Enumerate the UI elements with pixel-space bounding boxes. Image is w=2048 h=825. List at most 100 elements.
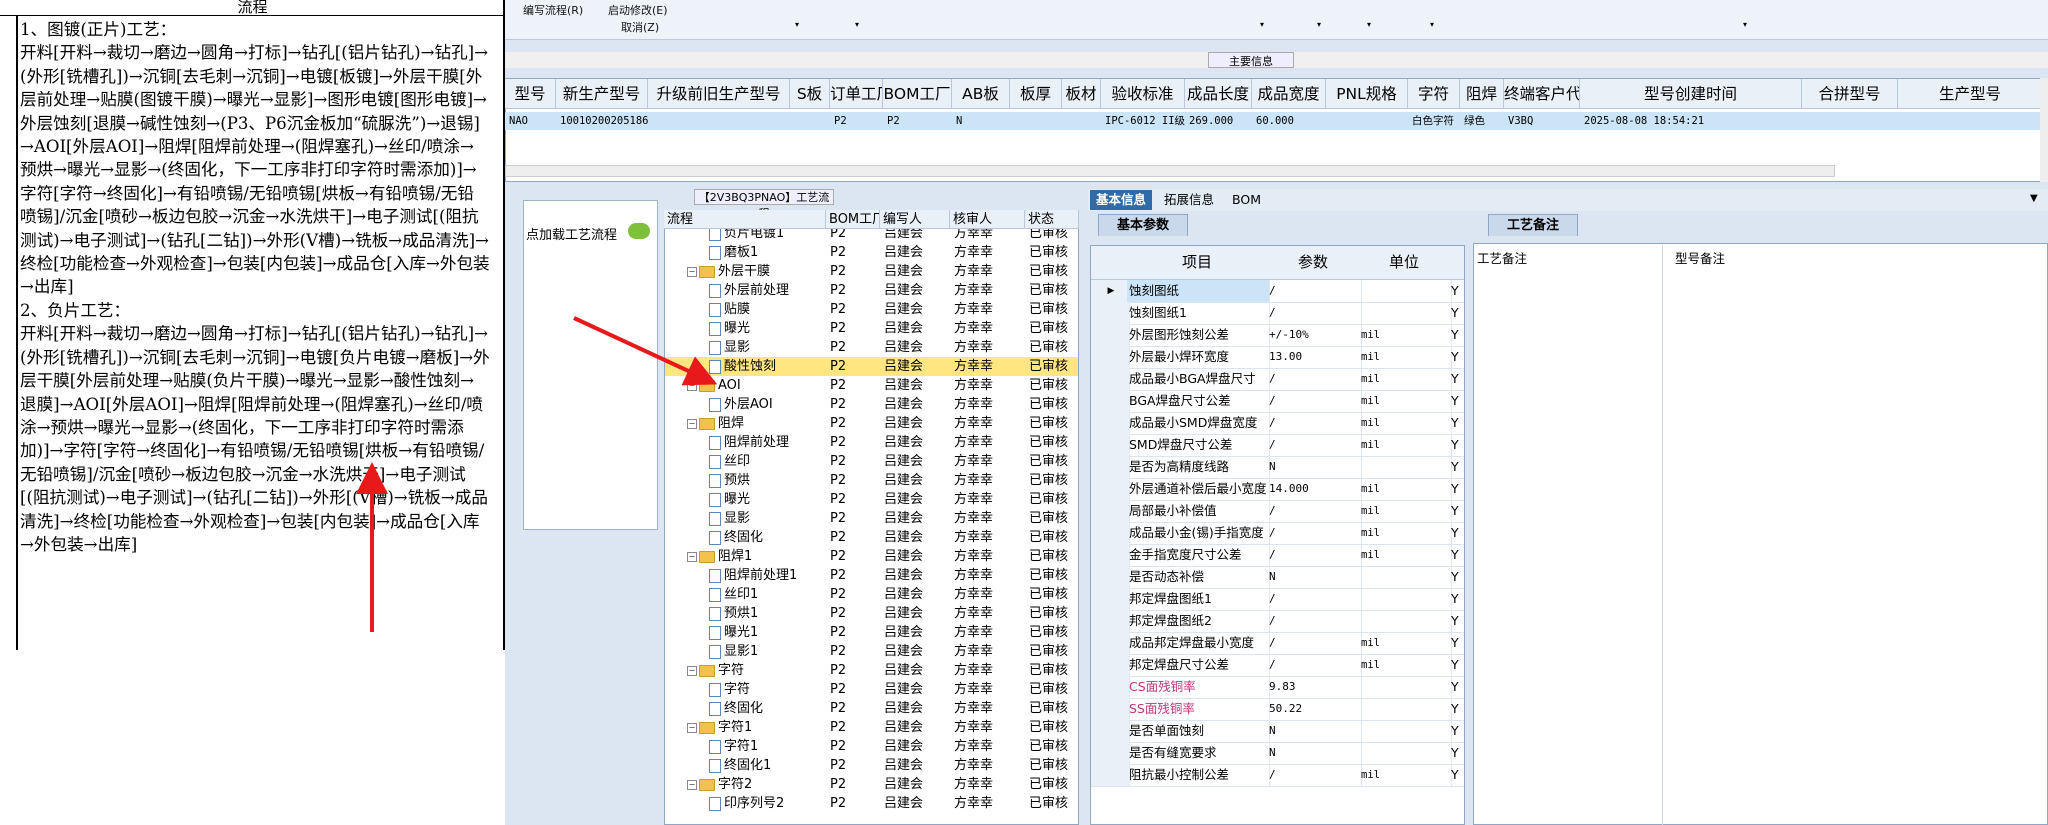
params-row[interactable]: 成品最小BGA焊盘尺寸 / mil Y: [1091, 368, 1464, 391]
row-selector-icon[interactable]: [1091, 654, 1130, 676]
grid-cell[interactable]: [1326, 112, 1408, 130]
params-cell[interactable]: Y: [1449, 368, 1464, 390]
row-selector-icon[interactable]: ▶: [1091, 280, 1130, 302]
tree-row[interactable]: 外层前处理 P2 吕建会 方幸幸 已审核: [665, 281, 1078, 300]
tree-row[interactable]: − 字符2 P2 吕建会 方幸幸 已审核: [665, 775, 1078, 794]
params-cell[interactable]: 邦定焊盘图纸1: [1127, 588, 1270, 610]
tree-row[interactable]: 显影1 P2 吕建会 方幸幸 已审核: [665, 642, 1078, 661]
params-cell[interactable]: mil: [1359, 522, 1452, 544]
params-cell[interactable]: Y: [1449, 280, 1464, 302]
grid-cell[interactable]: 10010200205186: [556, 112, 648, 130]
tree-row[interactable]: − 阻焊1 P2 吕建会 方幸幸 已审核: [665, 547, 1078, 566]
params-cell[interactable]: Y: [1449, 544, 1464, 566]
params-cell[interactable]: N: [1267, 720, 1362, 742]
row-selector-icon[interactable]: [1091, 676, 1130, 698]
params-cell[interactable]: Y: [1449, 346, 1464, 368]
row-selector-icon[interactable]: [1091, 544, 1130, 566]
tab-extended-info[interactable]: 拓展信息: [1158, 190, 1220, 210]
tree-row[interactable]: 终固化 P2 吕建会 方幸幸 已审核: [665, 528, 1078, 547]
params-cell[interactable]: Y: [1449, 676, 1464, 698]
horizontal-scrollbar[interactable]: [505, 165, 1835, 177]
params-row[interactable]: 成品邦定焊盘最小宽度 / mil Y: [1091, 632, 1464, 655]
tree-row[interactable]: 丝印 P2 吕建会 方幸幸 已审核: [665, 452, 1078, 471]
collapse-icon[interactable]: −: [687, 779, 697, 790]
tree-row[interactable]: − 外层干膜 P2 吕建会 方幸幸 已审核: [665, 262, 1078, 281]
row-selector-icon[interactable]: [1091, 302, 1130, 324]
grid-cell[interactable]: [1898, 112, 2043, 130]
params-cell[interactable]: Y: [1449, 610, 1464, 632]
params-row[interactable]: SS面残铜率 50.22 Y: [1091, 698, 1464, 721]
row-selector-icon[interactable]: [1091, 522, 1130, 544]
collapse-icon[interactable]: −: [687, 266, 697, 277]
dropdown-arrow-icon[interactable]: ▾: [1430, 20, 1434, 29]
dropdown-arrow-icon[interactable]: ▾: [1743, 20, 1747, 29]
tree-row[interactable]: 外层AOI P2 吕建会 方幸幸 已审核: [665, 395, 1078, 414]
row-selector-icon[interactable]: [1091, 390, 1130, 412]
params-cell[interactable]: [1359, 698, 1452, 720]
params-cell[interactable]: mil: [1359, 544, 1452, 566]
params-cell[interactable]: Y: [1449, 698, 1464, 720]
row-selector-icon[interactable]: [1091, 742, 1130, 764]
params-cell[interactable]: /: [1267, 654, 1362, 676]
tree-row[interactable]: 丝印1 P2 吕建会 方幸幸 已审核: [665, 585, 1078, 604]
grid-header[interactable]: 验收标准: [1101, 79, 1185, 109]
collapse-icon[interactable]: −: [687, 722, 697, 733]
grid-cell[interactable]: [790, 112, 830, 130]
tree-row[interactable]: 显影 P2 吕建会 方幸幸 已审核: [665, 338, 1078, 357]
params-cell[interactable]: /: [1267, 588, 1362, 610]
collapse-icon[interactable]: −: [687, 418, 697, 429]
grid-header[interactable]: 型号创建时间: [1580, 79, 1802, 109]
params-cell[interactable]: [1359, 676, 1452, 698]
params-row[interactable]: BGA焊盘尺寸公差 / mil Y: [1091, 390, 1464, 413]
params-cell[interactable]: N: [1267, 742, 1362, 764]
params-header[interactable]: [1449, 246, 1464, 280]
tree-row[interactable]: − 字符1 P2 吕建会 方幸幸 已审核: [665, 718, 1078, 737]
params-cell[interactable]: mil: [1359, 412, 1452, 434]
grid-header[interactable]: 板材: [1062, 79, 1101, 109]
params-cell[interactable]: [1359, 566, 1452, 588]
process-notes-tab[interactable]: 工艺备注: [1488, 214, 1578, 236]
params-row[interactable]: CS面残铜率 9.83 Y: [1091, 676, 1464, 699]
tree-row[interactable]: 曝光 P2 吕建会 方幸幸 已审核: [665, 319, 1078, 338]
grid-header[interactable]: 合拼型号: [1802, 79, 1898, 109]
params-cell[interactable]: 成品最小BGA焊盘尺寸: [1127, 368, 1270, 390]
grid-header[interactable]: 阻焊: [1460, 79, 1504, 109]
grid-header[interactable]: 型号: [505, 79, 556, 109]
row-selector-icon[interactable]: [1091, 412, 1130, 434]
grid-cell[interactable]: P2: [883, 112, 952, 130]
params-cell[interactable]: 成品邦定焊盘最小宽度: [1127, 632, 1270, 654]
tree-row[interactable]: 阻焊前处理1 P2 吕建会 方幸幸 已审核: [665, 566, 1078, 585]
params-cell[interactable]: /: [1267, 544, 1362, 566]
params-cell[interactable]: 阻抗最小控制公差: [1127, 764, 1270, 786]
params-cell[interactable]: 成品最小金(锡)手指宽度: [1127, 522, 1270, 544]
tree-row[interactable]: 酸性蚀刻 P2 吕建会 方幸幸 已审核: [665, 357, 1078, 376]
params-cell[interactable]: /: [1267, 610, 1362, 632]
params-cell[interactable]: 邦定焊盘图纸2: [1127, 610, 1270, 632]
grid-header[interactable]: 升级前旧生产型号: [648, 79, 790, 109]
tree-header[interactable]: BOM工厂: [826, 210, 880, 229]
params-cell[interactable]: /: [1267, 280, 1362, 302]
tree-row[interactable]: 阻焊前处理 P2 吕建会 方幸幸 已审核: [665, 433, 1078, 452]
row-selector-icon[interactable]: [1091, 764, 1130, 786]
params-row[interactable]: 成品最小金(锡)手指宽度 / mil Y: [1091, 522, 1464, 545]
collapse-icon[interactable]: −: [687, 551, 697, 562]
grid-cell[interactable]: [1802, 112, 1898, 130]
tree-row[interactable]: 终固化1 P2 吕建会 方幸幸 已审核: [665, 756, 1078, 775]
tree-row[interactable]: 预烘 P2 吕建会 方幸幸 已审核: [665, 471, 1078, 490]
params-cell[interactable]: 9.83: [1267, 676, 1362, 698]
params-row[interactable]: 邦定焊盘图纸1/ Y: [1091, 588, 1464, 611]
params-cell[interactable]: Y: [1449, 742, 1464, 764]
params-cell[interactable]: 14.000: [1267, 478, 1362, 500]
params-cell[interactable]: Y: [1449, 324, 1464, 346]
row-selector-icon[interactable]: [1091, 456, 1130, 478]
tree-header[interactable]: 编写人: [880, 210, 950, 229]
grid-cell[interactable]: IPC-6012 II级: [1101, 112, 1185, 130]
row-selector-icon[interactable]: [1091, 610, 1130, 632]
params-row[interactable]: 是否动态补偿 N Y: [1091, 566, 1464, 589]
params-cell[interactable]: mil: [1359, 368, 1452, 390]
grid-header[interactable]: 板厚: [1010, 79, 1062, 109]
params-cell[interactable]: Y: [1449, 654, 1464, 676]
tree-row[interactable]: − 字符 P2 吕建会 方幸幸 已审核: [665, 661, 1078, 680]
params-cell[interactable]: 邦定焊盘尺寸公差: [1127, 654, 1270, 676]
params-cell[interactable]: 外层通道补偿后最小宽度: [1127, 478, 1270, 500]
